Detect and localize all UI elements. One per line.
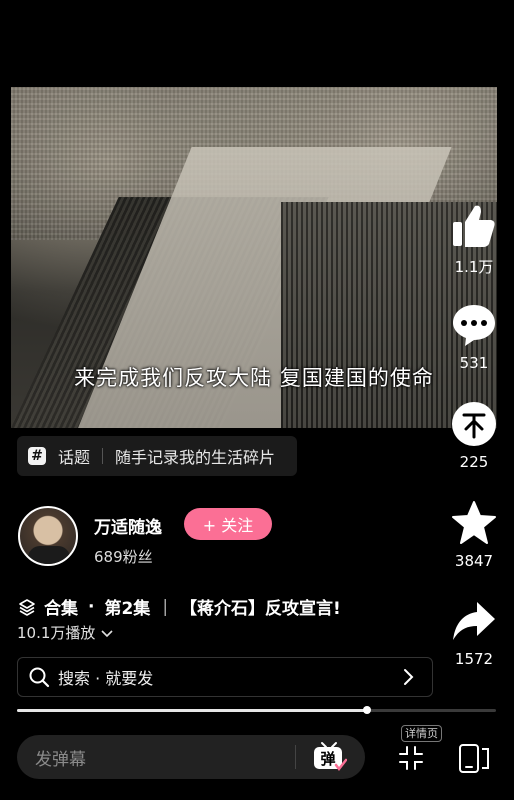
portrait-mode-icon[interactable]	[456, 740, 492, 776]
share-count: 1572	[454, 650, 494, 668]
author-name[interactable]: 万适随逸	[94, 513, 162, 538]
topic-text: 随手记录我的生活碎片	[115, 448, 276, 467]
video-title: 【蒋介石】反攻宣言!	[180, 599, 341, 619]
hashtag-icon: #	[28, 447, 46, 465]
search-label: 搜索 · 就要发	[58, 669, 154, 688]
danmaku-divider	[295, 745, 296, 769]
like-count: 1.1万	[454, 258, 494, 276]
favorite-count: 3847	[454, 552, 494, 570]
favorite-button[interactable]: 3847	[448, 500, 500, 570]
danmaku-placeholder: 发弹幕	[35, 749, 86, 770]
chevron-right-icon	[404, 669, 414, 685]
progress-handle[interactable]	[362, 706, 371, 714]
coin-count: 225	[459, 453, 489, 471]
comment-button[interactable]: 531	[448, 302, 500, 372]
play-count[interactable]: 10.1万播放	[17, 622, 114, 643]
danmaku-toggle-button[interactable]: 弹	[311, 741, 348, 773]
comment-count: 531	[459, 354, 489, 372]
series-episode: 第2集	[104, 599, 151, 619]
series-bar: |	[162, 596, 169, 617]
danmaku-input[interactable]: 发弹幕 弹	[17, 735, 365, 779]
chevron-down-icon	[101, 629, 113, 637]
share-arrow-icon	[453, 602, 495, 640]
search-bar[interactable]: 搜索 · 就要发	[17, 657, 433, 697]
coin-icon	[452, 402, 496, 446]
danmaku-tv-icon: 弹	[314, 742, 348, 772]
series-row[interactable]: 合集 · 第2集 | 【蒋介石】反攻宣言!	[18, 594, 341, 619]
series-dot: ·	[88, 596, 95, 617]
progress-fill	[17, 709, 367, 712]
video-player[interactable]: 来完成我们反攻大陆 复国建国的使命	[11, 87, 497, 428]
topic-prefix: 话题	[58, 448, 91, 467]
topic-divider	[102, 448, 104, 464]
coin-button[interactable]: 225	[448, 401, 500, 471]
thumbs-up-icon	[453, 205, 495, 247]
fan-count: 689粉丝	[94, 548, 153, 566]
detail-page-tag[interactable]: 详情页	[401, 725, 442, 742]
follow-button[interactable]: + 关注	[184, 508, 272, 540]
series-label: 合集	[44, 599, 78, 619]
like-button[interactable]: 1.1万	[448, 202, 500, 277]
avatar-figure	[28, 546, 70, 564]
search-icon	[29, 667, 50, 688]
layers-icon	[19, 598, 35, 616]
star-icon	[452, 501, 496, 544]
shrink-icon[interactable]	[398, 745, 424, 771]
comment-icon	[453, 305, 495, 346]
video-subtitle: 来完成我们反攻大陆 复国建国的使命	[74, 366, 434, 390]
share-button[interactable]: 1572	[448, 600, 500, 668]
topic-chip[interactable]: # 话题 随手记录我的生活碎片	[17, 436, 297, 476]
danmaku-button-label: 弹	[320, 750, 335, 768]
avatar[interactable]	[18, 506, 78, 566]
video-progress-bar[interactable]	[17, 706, 496, 714]
play-count-text: 10.1万播放	[17, 624, 96, 642]
